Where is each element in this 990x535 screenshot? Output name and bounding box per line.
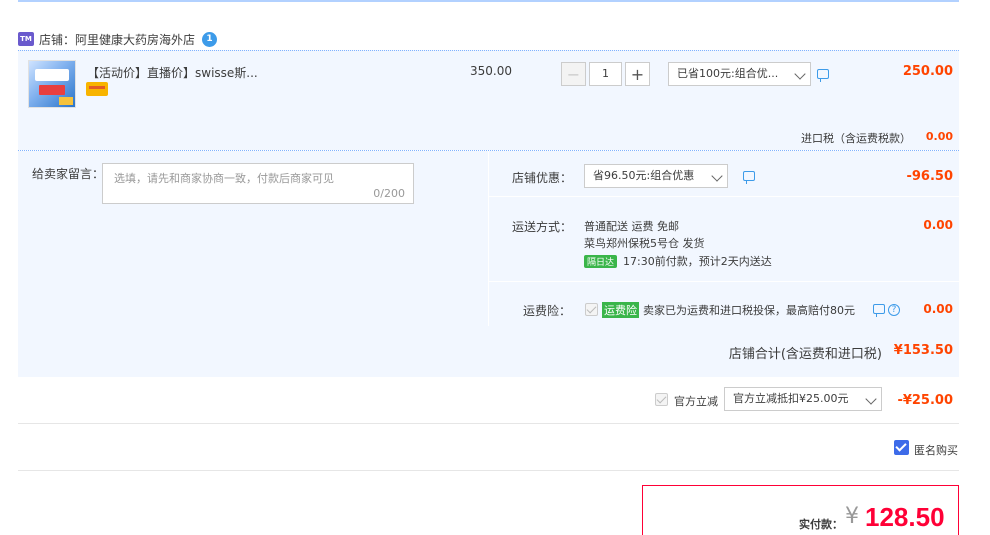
- item-discount-select[interactable]: 已省100元:组合优...: [668, 62, 811, 86]
- shipping-label: 运送方式：: [512, 220, 573, 234]
- message-placeholder: 选填，请先和商家协商一致，付款后商家可见: [114, 172, 334, 185]
- quantity-input[interactable]: 1: [589, 62, 622, 86]
- comment-icon[interactable]: [873, 304, 885, 317]
- shop-discount-select-value: 省96.50元:组合优惠: [593, 169, 695, 182]
- shop-discount-label: 店铺优惠：: [512, 171, 573, 185]
- wangwang-chat-icon[interactable]: 1: [202, 31, 218, 47]
- shop-total-value: ¥153.50: [893, 343, 953, 358]
- official-discount-select[interactable]: 官方立减抵扣¥25.00元: [724, 387, 882, 411]
- payment-summary: 实付款： ¥ 128.50: [642, 485, 959, 535]
- import-tax-label: 进口税（含运费税款）: [801, 132, 911, 145]
- help-icon[interactable]: ?: [888, 304, 900, 316]
- shop-label: 店铺：: [39, 32, 76, 47]
- shipping-eta: 隔日达 17:30前付款，预计2天内送达: [584, 253, 772, 269]
- anonymous-checkbox[interactable]: [894, 440, 909, 455]
- product-thumbnail[interactable]: [28, 60, 76, 108]
- insurance-info: 运费险 卖家已为运费和进口税投保，最高赔付80元: [602, 302, 855, 318]
- official-discount-value: -¥25.00: [897, 393, 953, 408]
- shipping-method: 普通配送 运费 免邮: [584, 220, 679, 233]
- credit-card-icon: [86, 82, 108, 96]
- message-textarea[interactable]: 选填，请先和商家协商一致，付款后商家可见 0/200: [102, 163, 414, 204]
- insurance-text: 卖家已为运费和进口税投保，最高赔付80元: [643, 304, 855, 317]
- increase-quantity-button[interactable]: +: [625, 62, 650, 86]
- shop-name-link[interactable]: 阿里健康大药房海外店: [75, 31, 195, 48]
- chevron-down-icon: [865, 393, 877, 405]
- message-char-count: 0/200: [373, 187, 405, 200]
- official-discount-label: 官方立减: [674, 395, 718, 408]
- shop-total-label: 店铺合计(含运费和进口税): [728, 347, 882, 362]
- shop-discount-select[interactable]: 省96.50元:组合优惠: [584, 164, 728, 188]
- shipping-value: 0.00: [923, 218, 953, 232]
- tmall-icon: TM: [18, 32, 34, 46]
- payment-currency: ¥: [845, 504, 859, 529]
- payment-label: 实付款：: [799, 518, 843, 531]
- shop-header: TM 店铺： 阿里健康大药房海外店 1: [18, 30, 218, 48]
- insurance-checkbox: [585, 303, 598, 316]
- item-discount-select-value: 已省100元:组合优...: [677, 67, 779, 80]
- next-day-badge: 隔日达: [584, 255, 618, 268]
- official-discount-checkbox[interactable]: [655, 393, 668, 406]
- message-label: 给卖家留言：: [32, 167, 105, 181]
- unit-price: 350.00: [470, 64, 512, 78]
- official-discount-select-value: 官方立减抵扣¥25.00元: [733, 392, 849, 405]
- order-item: 【活动价】直播价】swisse斯... 350.00 − 1 + 已省100元:…: [18, 50, 959, 150]
- comment-icon[interactable]: [743, 171, 755, 184]
- decrease-quantity-button[interactable]: −: [561, 62, 586, 86]
- divider: [18, 470, 959, 471]
- chevron-down-icon: [711, 170, 723, 182]
- shop-discount-value: -96.50: [906, 169, 953, 184]
- shipping-warehouse: 菜鸟郑州保税5号仓 发货: [584, 237, 705, 250]
- shipping-eta-text: 17:30前付款，预计2天内送达: [623, 255, 772, 268]
- row-divider: [489, 281, 959, 282]
- divider: [18, 423, 959, 424]
- insurance-label: 运费险：: [523, 304, 572, 318]
- item-total-price: 250.00: [902, 64, 953, 79]
- product-title-link[interactable]: 【活动价】直播价】swisse斯...: [87, 64, 257, 81]
- order-details: 给卖家留言： 选填，请先和商家协商一致，付款后商家可见 0/200 店铺优惠： …: [18, 150, 959, 377]
- message-section: 给卖家留言： 选填，请先和商家协商一致，付款后商家可见 0/200: [18, 151, 488, 326]
- comment-icon[interactable]: [817, 69, 829, 82]
- anonymous-label: 匿名购买: [914, 444, 958, 457]
- payment-amount: 128.50: [865, 502, 945, 532]
- import-tax-value: 0.00: [925, 130, 953, 143]
- top-divider: [18, 0, 959, 2]
- insurance-value: 0.00: [923, 302, 953, 316]
- quantity-stepper: − 1 +: [561, 62, 650, 86]
- row-divider: [489, 196, 959, 197]
- chevron-down-icon: [794, 68, 806, 80]
- insurance-badge: 运费险: [602, 302, 639, 318]
- shop-total-row: 店铺合计(含运费和进口税) ¥153.50: [18, 326, 959, 377]
